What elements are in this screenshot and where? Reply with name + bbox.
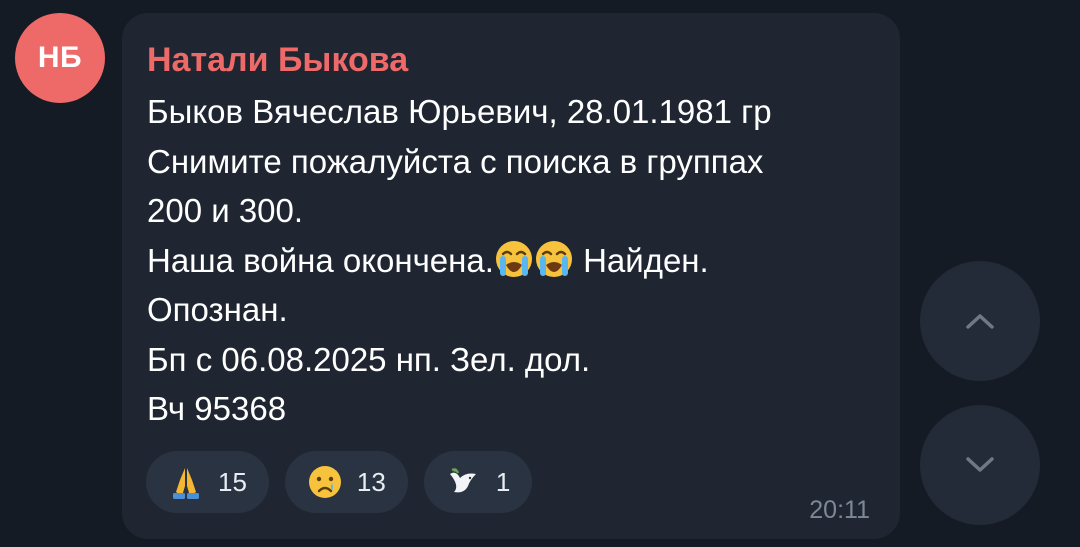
message-line: Снимите пожалуйста с поиска в группах <box>147 142 764 180</box>
message-line: Опознан. <box>147 291 288 328</box>
message-segment: Найден. <box>583 241 709 279</box>
chevron-up-icon <box>966 314 994 329</box>
message-line: Быков Вячеслав Юрьевич, 28.01.1981 гр <box>147 93 772 130</box>
message-bubble[interactable]: Натали Быкова Быков Вячеслав Юрьевич, 28… <box>122 13 900 539</box>
message-line-with-emoji: Наша война окончена. Найден. <box>147 236 887 286</box>
folded-hands-icon <box>173 468 199 499</box>
loudly-crying-face-icon <box>535 240 572 277</box>
chevron-down-icon <box>966 457 994 472</box>
loudly-crying-face-icon <box>495 240 532 277</box>
message-segment: Наша война окончена. <box>147 241 494 279</box>
dove-icon <box>449 468 476 493</box>
reactions-bar: 15 13 1 <box>146 451 533 513</box>
message-time: 20:11 <box>809 496 870 524</box>
sender-name[interactable]: Натали Быкова <box>147 41 408 80</box>
reaction-dove[interactable]: 1 <box>423 451 533 513</box>
crying-face-icon <box>308 466 341 498</box>
message-line: Вч 95368 <box>147 390 287 427</box>
avatar-initials: НБ <box>37 41 83 74</box>
message-text: Быков Вячеслав Юрьевич, 28.01.1981 гр Сн… <box>147 87 887 434</box>
message-line: Бп с 06.08.2025 нп. Зел. дол. <box>147 340 591 378</box>
scroll-down-button[interactable] <box>920 405 1040 525</box>
reaction-count: 1 <box>495 466 511 497</box>
reaction-count: 13 <box>356 466 386 497</box>
reaction-count: 15 <box>218 466 247 497</box>
reaction-folded-hands[interactable]: 15 <box>146 451 269 513</box>
scroll-up-button[interactable] <box>920 261 1040 381</box>
message-line: 200 и 300. <box>147 192 304 229</box>
reaction-crying-face[interactable]: 13 <box>284 451 408 513</box>
avatar[interactable]: НБ <box>15 13 105 103</box>
